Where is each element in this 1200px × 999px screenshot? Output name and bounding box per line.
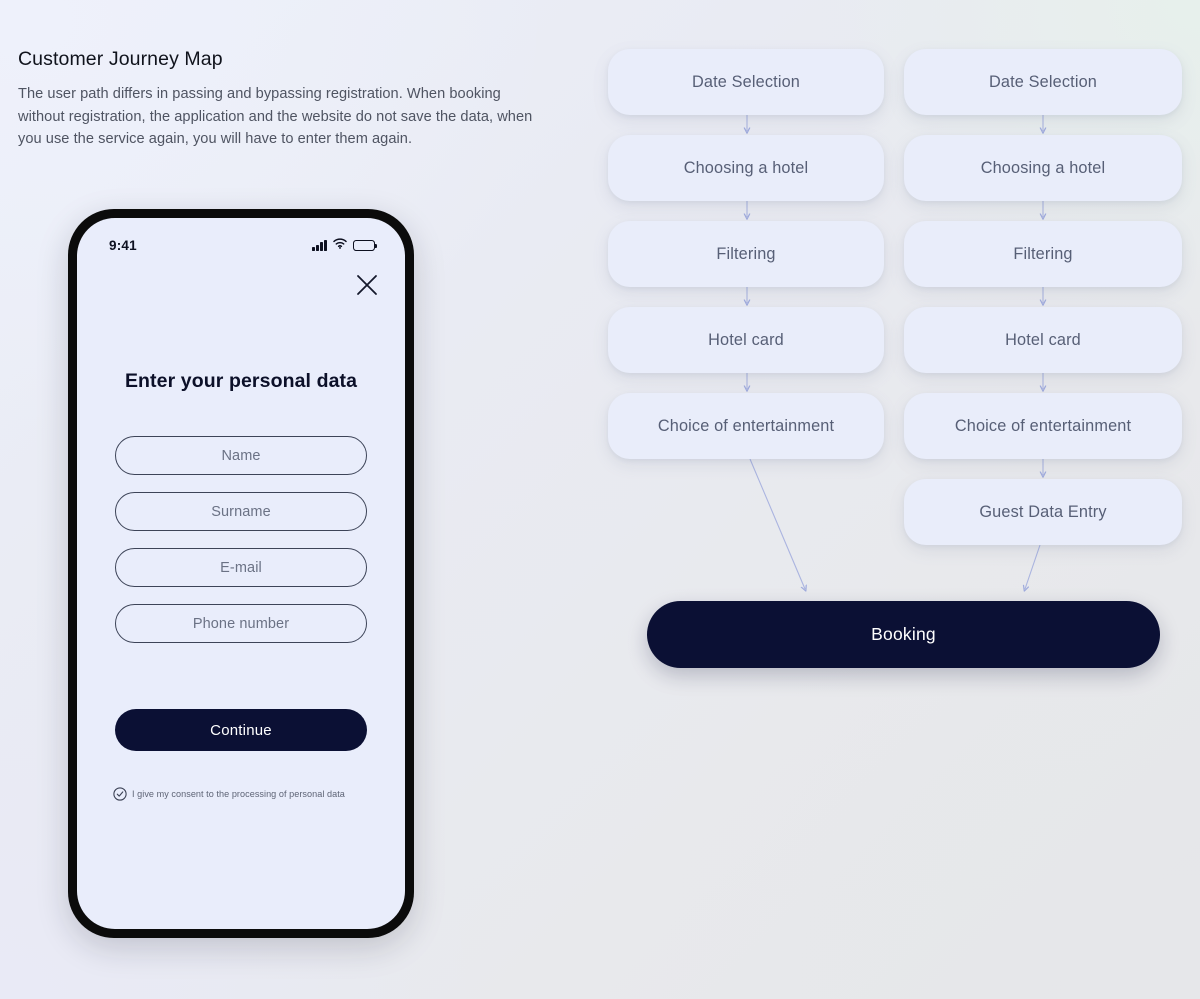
flow-node-choosing-hotel-b[interactable]: Choosing a hotel: [904, 135, 1182, 201]
flow-node-date-selection-b[interactable]: Date Selection: [904, 49, 1182, 115]
flow-node-booking[interactable]: Booking: [647, 601, 1160, 668]
flow-node-guest-data-entry[interactable]: Guest Data Entry: [904, 479, 1182, 545]
email-field[interactable]: E-mail: [115, 548, 367, 587]
consent-checkbox-row[interactable]: I give my consent to the processing of p…: [113, 787, 381, 801]
flow-node-choosing-hotel-a[interactable]: Choosing a hotel: [608, 135, 884, 201]
flow-node-filtering-a[interactable]: Filtering: [608, 221, 884, 287]
status-icons: [312, 236, 378, 254]
phone-screen: 9:41 Enter your personal data Name Surna…: [77, 218, 405, 929]
signal-bars-icon: [312, 239, 327, 251]
form-heading: Enter your personal data: [124, 370, 358, 392]
personal-data-form: Name Surname E-mail Phone number: [115, 436, 367, 643]
wifi-icon: [333, 236, 347, 254]
continue-button[interactable]: Continue: [115, 709, 367, 751]
customer-journey-flow: Date Selection Choosing a hotel Filterin…: [600, 0, 1200, 999]
status-time: 9:41: [109, 237, 137, 253]
flow-node-hotel-card-a[interactable]: Hotel card: [608, 307, 884, 373]
surname-field[interactable]: Surname: [115, 492, 367, 531]
flow-node-date-selection-a[interactable]: Date Selection: [608, 49, 884, 115]
flow-node-choice-entertainment-a[interactable]: Choice of entertainment: [608, 393, 884, 459]
phone-mockup: 9:41 Enter your personal data Name Surna…: [68, 209, 414, 938]
page-description: The user path differs in passing and byp…: [18, 86, 533, 148]
status-bar: 9:41: [77, 234, 405, 256]
page-title: Customer Journey Map: [18, 48, 223, 70]
header-block: Customer Journey Map The user path diffe…: [18, 48, 538, 151]
flow-node-filtering-b[interactable]: Filtering: [904, 221, 1182, 287]
battery-icon: [353, 239, 378, 251]
name-field[interactable]: Name: [115, 436, 367, 475]
close-icon[interactable]: [354, 272, 380, 298]
flow-node-choice-entertainment-b[interactable]: Choice of entertainment: [904, 393, 1182, 459]
flow-node-hotel-card-b[interactable]: Hotel card: [904, 307, 1182, 373]
check-circle-icon[interactable]: [113, 787, 127, 801]
phone-number-field[interactable]: Phone number: [115, 604, 367, 643]
consent-label: I give my consent to the processing of p…: [132, 789, 345, 799]
